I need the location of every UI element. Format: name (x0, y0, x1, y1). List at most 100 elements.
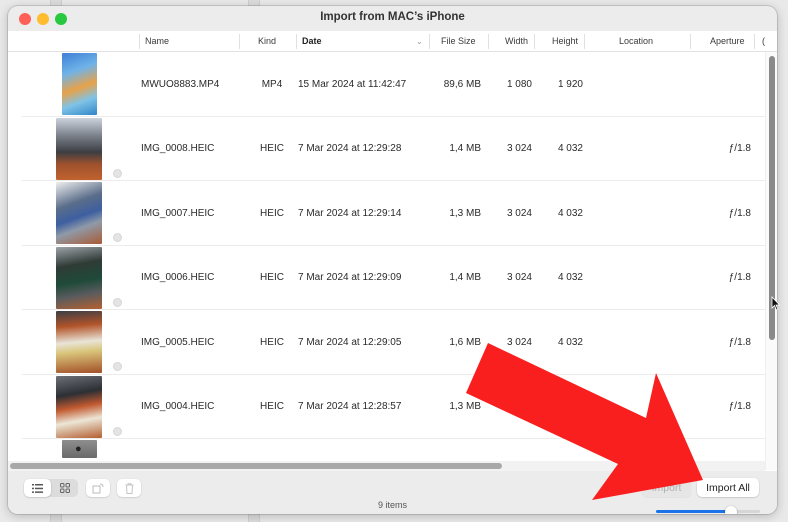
column-header-name[interactable]: Name (145, 31, 169, 52)
cell-kind: MP4 (261, 78, 283, 90)
status-badge-icon (113, 297, 122, 307)
cell-date: 7 Mar 2024 at 12:28:57 (298, 401, 402, 413)
cell-aperture (698, 52, 751, 117)
table-row[interactable]: IMG_0006.HEIC HEIC 7 Mar 2024 at 12:29:09 1… (8, 246, 765, 311)
import-window: Import from MAC’s iPhone Name Kind Date … (8, 6, 777, 514)
status-badge-icon (113, 362, 122, 371)
cell-kind: HEIC (260, 272, 284, 284)
thumbnail-size-slider[interactable] (656, 506, 760, 514)
cell-width: 3 024 (506, 272, 532, 284)
slider-fill (656, 510, 731, 513)
cell-location (588, 375, 688, 440)
column-header-location[interactable]: Location (619, 31, 653, 52)
cell-kind: HEIC (260, 401, 284, 413)
cell-aperture: ƒ/1.8 (728, 336, 751, 348)
thumbnail-image (56, 311, 102, 373)
column-separator[interactable] (584, 34, 585, 49)
table-row[interactable]: IMG_0008.HEIC HEIC 7 Mar 2024 at 12:29:28 1… (8, 117, 765, 182)
cell-width: 3 024 (506, 143, 532, 155)
column-header-kind[interactable]: Kind (258, 31, 276, 52)
status-badge-icon (113, 233, 122, 242)
cell-width: 1 080 (506, 78, 532, 90)
cell-location (588, 246, 688, 311)
cell-height: 4 032 (557, 207, 583, 219)
horizontal-scrollbar-thumb[interactable] (10, 463, 502, 469)
cell-aperture: ƒ/1.8 (728, 401, 751, 413)
cell-location (588, 310, 688, 375)
cell-date: 7 Mar 2024 at 12:29:14 (298, 207, 402, 219)
import-all-button[interactable]: Import All (697, 478, 759, 497)
delete-button[interactable] (117, 479, 141, 497)
column-header-truncated[interactable]: ( (762, 31, 765, 52)
column-separator[interactable] (139, 34, 140, 49)
column-header-aperture[interactable]: Aperture (710, 31, 745, 52)
sort-chevron-down-icon: ⌄ (416, 37, 423, 46)
cell-size: 1,4 MB (449, 272, 481, 284)
cell-height: 4 032 (557, 336, 583, 348)
cell-name: IMG_0008.HEIC (141, 143, 215, 155)
thumbnail-image (56, 182, 102, 244)
slider-knob[interactable] (725, 506, 737, 514)
horizontal-scrollbar[interactable] (8, 461, 765, 471)
table-row[interactable]: IMG_0005.HEIC HEIC 7 Mar 2024 at 12:29:05 1… (8, 310, 765, 375)
cell-kind: HEIC (260, 207, 284, 219)
cell-size: 1,6 MB (449, 336, 481, 348)
table-row[interactable]: IMG_0004.HEIC HEIC 7 Mar 2024 at 12:28:57 1… (8, 375, 765, 440)
apple-logo-icon: ● (75, 443, 82, 455)
table-header: Name Kind Date ⌄ File Size Width Height … (8, 31, 777, 52)
table-body: MWUO8883.MP4 MP4 15 Mar 2024 at 11:42:47 89… (8, 52, 765, 467)
table-row[interactable]: IMG_0007.HEIC HEIC 7 Mar 2024 at 12:29:14 1… (8, 181, 765, 246)
cell-name: IMG_0005.HEIC (141, 336, 215, 348)
table-row[interactable]: MWUO8883.MP4 MP4 15 Mar 2024 at 11:42:47 89… (8, 52, 765, 117)
rotate-button[interactable] (86, 479, 110, 497)
cell-name: IMG_0007.HEIC (141, 207, 215, 219)
thumbnail-image (62, 53, 97, 115)
cell-kind: HEIC (260, 336, 284, 348)
cell-size: 1,3 MB (449, 401, 481, 413)
grid-view-button[interactable] (51, 479, 78, 497)
column-header-width[interactable]: Width (505, 31, 528, 52)
cell-date: 7 Mar 2024 at 12:29:28 (298, 143, 402, 155)
import-button[interactable]: Import (642, 478, 691, 497)
column-separator[interactable] (429, 34, 430, 49)
thumbnail-image: ● (62, 440, 97, 458)
cell-date: 15 Mar 2024 at 11:42:47 (298, 78, 407, 90)
column-separator[interactable] (754, 34, 755, 49)
thumbnail-image (56, 246, 102, 309)
status-badge-icon (113, 426, 122, 436)
trash-icon (125, 482, 133, 494)
cell-size: 1,3 MB (449, 207, 481, 219)
thumbnail-image (56, 375, 102, 438)
column-header-height[interactable]: Height (552, 31, 578, 52)
column-separator[interactable] (296, 34, 297, 49)
column-separator[interactable] (488, 34, 489, 49)
column-separator[interactable] (534, 34, 535, 49)
column-header-file-size[interactable]: File Size (441, 31, 476, 52)
grid-icon (59, 483, 70, 493)
cell-name: IMG_0006.HEIC (141, 272, 215, 284)
cell-aperture: ƒ/1.8 (728, 207, 751, 219)
cell-width: 3 024 (506, 336, 532, 348)
view-mode-segmented-control (24, 479, 78, 497)
cell-height: 4 032 (557, 401, 583, 413)
list-icon (32, 483, 43, 493)
column-header-date[interactable]: Date (302, 31, 322, 52)
cell-size: 1,4 MB (449, 143, 481, 155)
cell-aperture: ƒ/1.8 (728, 143, 751, 155)
list-view-button[interactable] (24, 479, 51, 497)
column-separator[interactable] (690, 34, 691, 49)
cell-location (588, 117, 688, 182)
footer-toolbar: 9 items Import Import All (8, 471, 777, 514)
vertical-scrollbar[interactable] (765, 52, 777, 470)
cell-height: 4 032 (557, 143, 583, 155)
title-bar: Import from MAC’s iPhone (8, 6, 777, 31)
column-separator[interactable] (239, 34, 240, 49)
cell-size: 89,6 MB (443, 78, 481, 90)
cell-date: 7 Mar 2024 at 12:29:05 (298, 336, 402, 348)
cell-date: 7 Mar 2024 at 12:29:09 (298, 272, 402, 284)
status-badge-icon (113, 168, 122, 178)
cell-width: 3 024 (506, 207, 532, 219)
mouse-cursor-icon (771, 296, 781, 311)
cell-location (588, 181, 688, 246)
cell-height: 4 032 (557, 272, 583, 284)
